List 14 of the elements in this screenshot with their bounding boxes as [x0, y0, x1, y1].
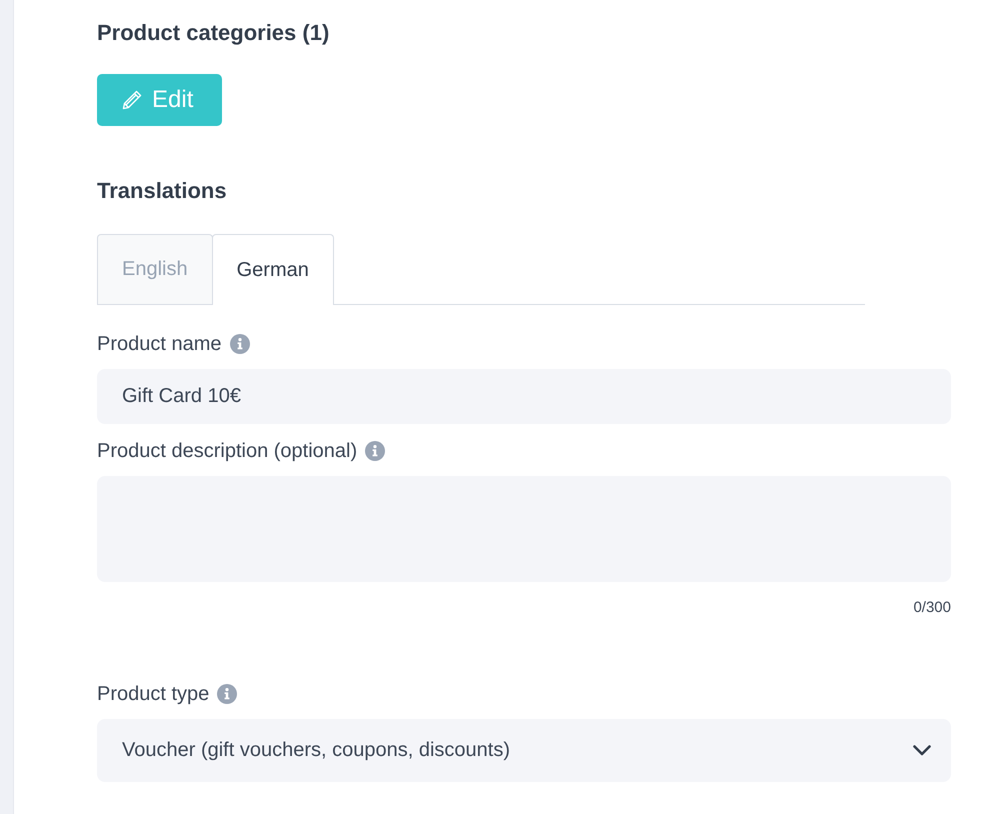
- character-counter: 0/300: [913, 598, 951, 618]
- section-heading: Translations: [97, 177, 227, 205]
- dropdown-select[interactable]: Voucher (gift vouchers, coupons, discounts): [97, 719, 951, 782]
- field-label: Product name: [97, 332, 222, 356]
- language-tab[interactable]: German: [212, 234, 334, 305]
- pencil-icon: [122, 90, 142, 110]
- section-heading: Product categories (1): [97, 19, 330, 47]
- info-icon: [365, 441, 386, 461]
- text-input-field[interactable]: Gift Card 10€: [97, 369, 951, 424]
- chevron-down-icon: [913, 745, 931, 756]
- info-icon: [230, 334, 250, 354]
- field-label: Product type: [97, 682, 210, 706]
- field-label: Product description (optional): [97, 439, 358, 463]
- info-icon: [217, 684, 238, 704]
